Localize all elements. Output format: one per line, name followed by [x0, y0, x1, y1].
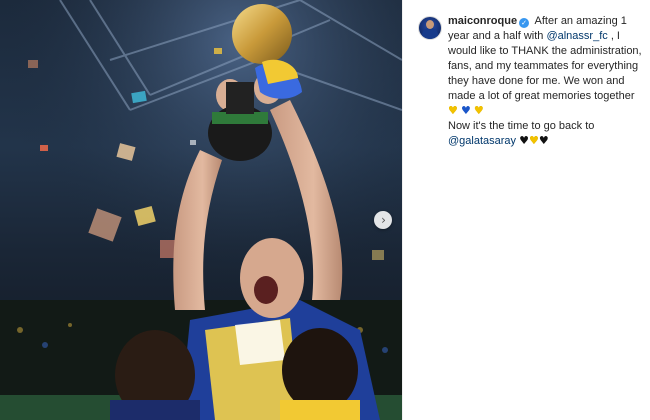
username-link[interactable]: maiconroque	[448, 15, 517, 27]
teammate-right-shirt	[280, 400, 360, 420]
yellow-heart-icon: ♥	[448, 104, 458, 117]
post-caption: maiconroque ✓ After an amazing 1 year and…	[448, 14, 644, 149]
blue-heart-icon: ♥	[460, 104, 471, 117]
instagram-post: › maiconroque ✓ After an amazing 1 year a…	[0, 0, 650, 420]
black-heart-icon: ♥	[519, 134, 529, 147]
player-mouth	[254, 276, 278, 304]
yellow-heart-icon: ♥	[473, 104, 484, 117]
avatar-shirt	[422, 28, 438, 39]
post-photo[interactable]: ›	[0, 0, 402, 420]
mention-galatasaray-link[interactable]: @galatasaray	[448, 135, 516, 147]
photo-illustration	[0, 0, 402, 420]
caption-text-3: Now it's the time to go back to	[448, 120, 595, 132]
black-heart-icon: ♥	[538, 134, 549, 147]
avatar[interactable]	[418, 16, 442, 40]
jersey-collar	[235, 320, 285, 365]
caption-panel: maiconroque ✓ After an amazing 1 year and…	[402, 0, 650, 420]
chevron-right-icon: ›	[381, 213, 386, 227]
teammate-left-shirt	[110, 400, 200, 420]
avatar-head	[426, 20, 434, 29]
teammate-right-head	[282, 328, 358, 412]
next-image-button[interactable]: ›	[374, 211, 392, 229]
mention-alnassr-link[interactable]: @alnassr_fc	[546, 30, 607, 42]
verified-badge-icon: ✓	[519, 18, 530, 28]
yellow-heart-icon: ♥	[528, 134, 539, 147]
